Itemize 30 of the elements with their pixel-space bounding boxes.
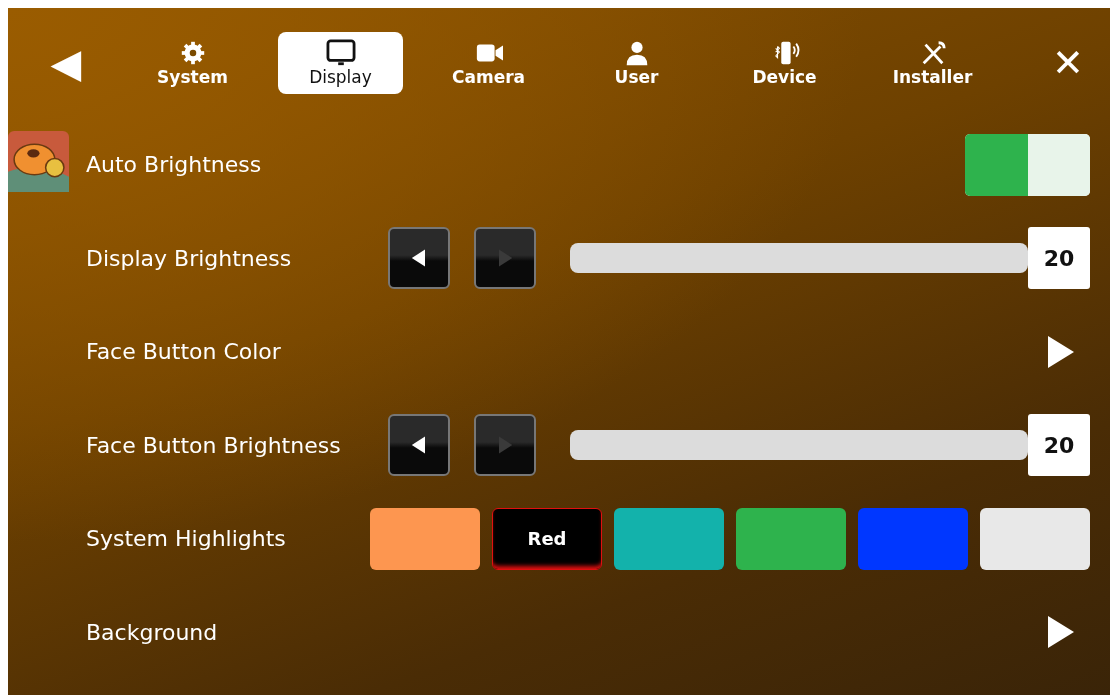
- color-swatch[interactable]: [980, 507, 1090, 570]
- nav-tab[interactable]: Display: [278, 32, 403, 94]
- slider-value: 20: [1028, 414, 1090, 477]
- color-swatch[interactable]: [614, 507, 724, 570]
- color-swatch[interactable]: [736, 507, 846, 570]
- setting-label: Display Brightness: [86, 245, 293, 271]
- toggle-switch[interactable]: [965, 133, 1090, 196]
- setting-label: Auto Brightness: [86, 152, 263, 178]
- setting-label: Background: [86, 619, 219, 645]
- right-triangle-icon[interactable]: [1046, 615, 1076, 650]
- close-button[interactable]: ✕: [1046, 41, 1090, 85]
- slider-bar[interactable]: [570, 430, 1028, 461]
- setting-label: Face Button Brightness: [86, 432, 342, 458]
- slider-bar[interactable]: [570, 243, 1028, 274]
- decrease-button[interactable]: [388, 414, 450, 477]
- decrease-button[interactable]: [388, 227, 450, 290]
- right-triangle-icon[interactable]: [1046, 334, 1076, 369]
- ladybug-icon: [8, 131, 69, 192]
- nav-tab[interactable]: Installer: [870, 32, 995, 94]
- color-swatch[interactable]: [370, 507, 480, 570]
- nav-tab[interactable]: Camera: [426, 32, 551, 94]
- color-swatch[interactable]: Red: [492, 507, 602, 570]
- setting-label: Face Button Color: [86, 339, 282, 365]
- slider-value: 20: [1028, 227, 1090, 290]
- back-button[interactable]: ◀: [44, 40, 88, 86]
- setting-label: System Highlights: [86, 526, 287, 552]
- nav-tab[interactable]: Device: [722, 32, 847, 94]
- nav-tab[interactable]: System: [130, 32, 255, 94]
- color-swatch[interactable]: [858, 507, 968, 570]
- nav-tab[interactable]: User: [574, 32, 699, 94]
